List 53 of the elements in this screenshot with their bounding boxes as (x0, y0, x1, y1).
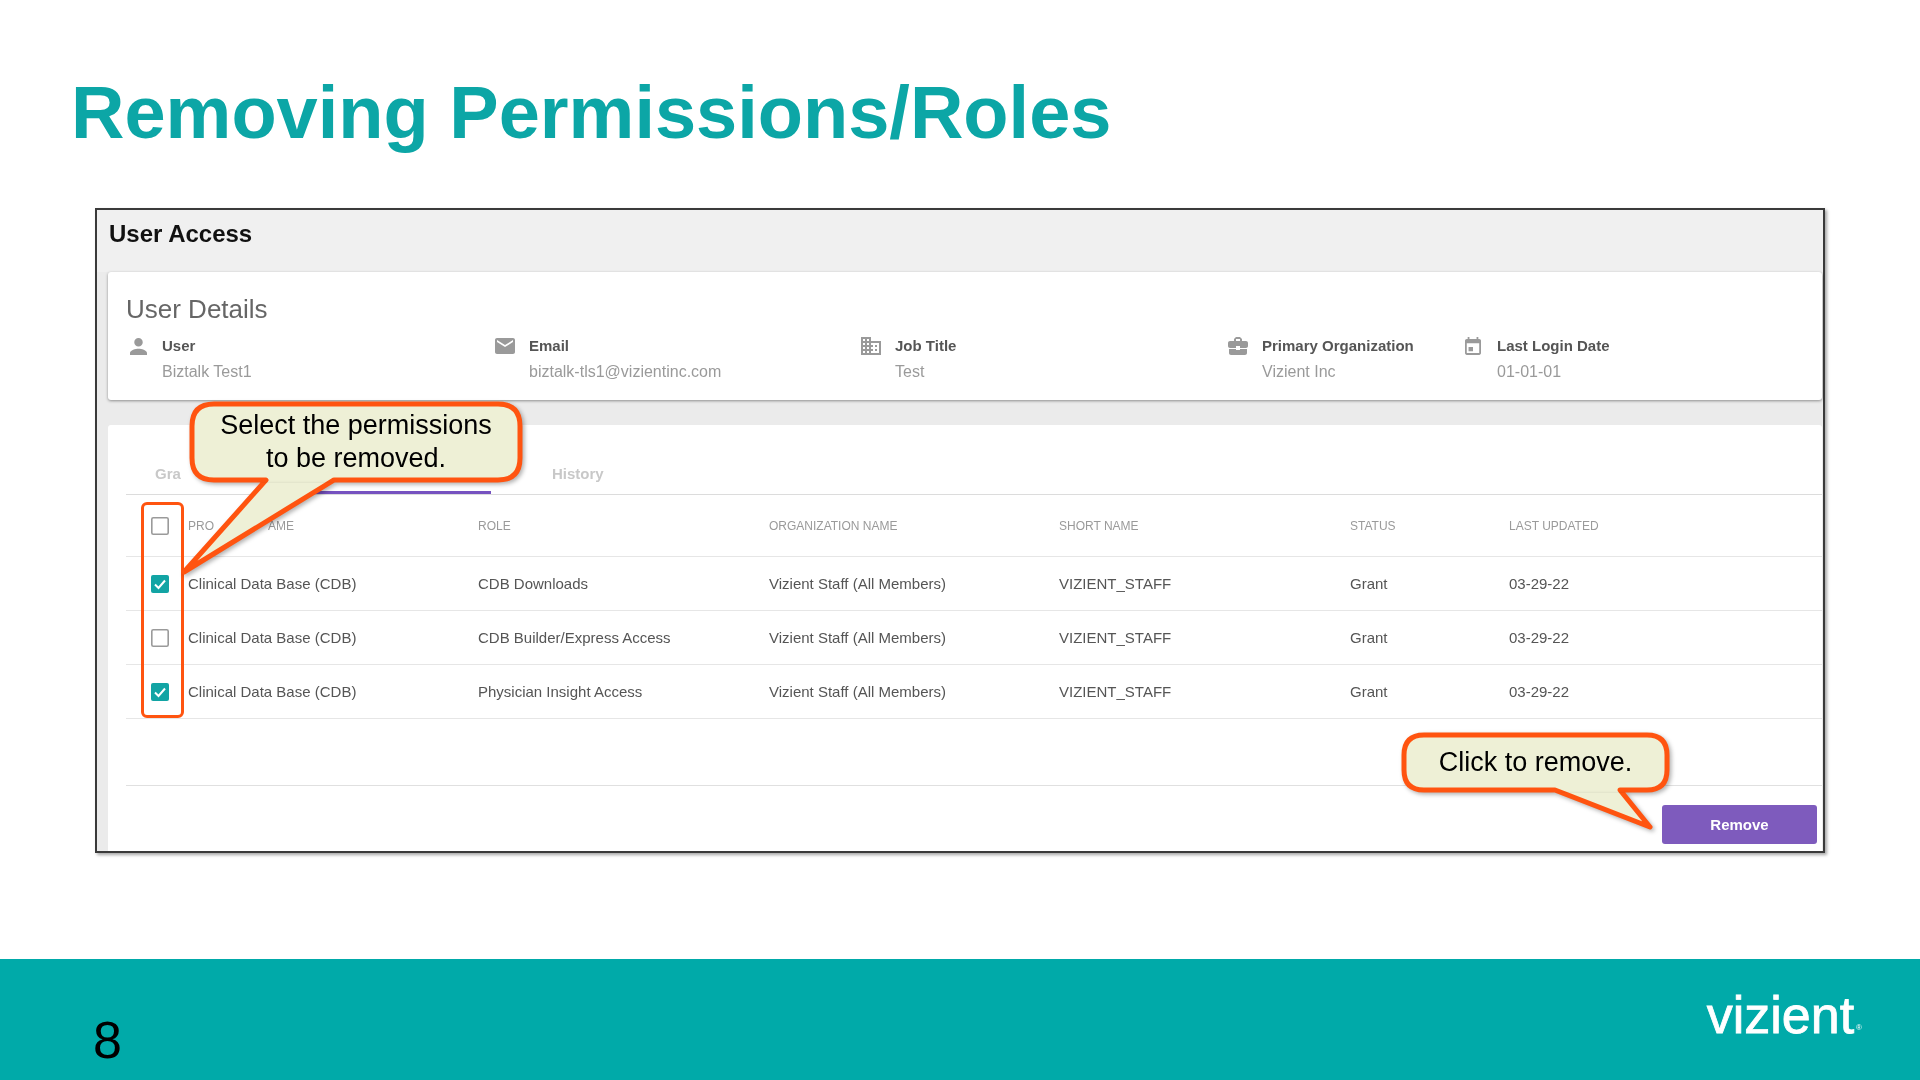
table-cell: CDB Builder/Express Access (478, 628, 671, 646)
person-icon (129, 337, 147, 355)
table-cell: VIZIENT_STAFF (1059, 628, 1172, 646)
table-cell: Vizient Staff (All Members) (769, 628, 946, 646)
page-number: 8 (93, 1014, 122, 1066)
column-header: SHORT NAME (1059, 519, 1139, 532)
column-header: ORGANIZATION NAME (769, 519, 898, 532)
table-cell: Clinical Data Base (CDB) (188, 628, 357, 646)
field-value: biztalk-tls1@vizientinc.com (529, 362, 722, 382)
callout-tooltip: Click to remove. (1400, 731, 1672, 793)
table-cell: Vizient Staff (All Members) (769, 574, 946, 592)
briefcase-icon (1228, 337, 1248, 355)
table-cell: Grant (1350, 574, 1388, 592)
field-value: Biztalk Test1 (162, 362, 252, 382)
column-header: PRO (188, 519, 214, 532)
calendar-icon (1465, 337, 1481, 355)
column-header: STATUS (1350, 519, 1396, 532)
column-header: LAST UPDATED (1509, 519, 1599, 532)
table-cell: Physician Insight Access (478, 682, 643, 700)
callout-tooltip: Select the permissions to be removed. (188, 400, 524, 483)
table-cell: Vizient Staff (All Members) (769, 682, 946, 700)
table-cell: 03-29-22 (1509, 682, 1570, 700)
field-label: Primary Organization (1262, 336, 1414, 356)
table-cell: Grant (1350, 628, 1388, 646)
window-title: User Access (109, 220, 253, 247)
field-value: 01-01-01 (1497, 362, 1562, 382)
checkbox[interactable] (151, 574, 169, 593)
table-cell: 03-29-22 (1509, 628, 1570, 646)
checkbox[interactable] (151, 516, 169, 535)
table-cell: VIZIENT_STAFF (1059, 682, 1172, 700)
checkbox[interactable] (151, 682, 169, 701)
slide-title: Removing Permissions/Roles (71, 75, 1112, 151)
field-label: Email (529, 336, 570, 356)
table-cell: Clinical Data Base (CDB) (188, 574, 357, 592)
table-cell: 03-29-22 (1509, 574, 1570, 592)
field-value: Test (895, 362, 925, 382)
table-cell: Grant (1350, 682, 1388, 700)
remove-button[interactable]: Remove (1662, 805, 1817, 844)
field-label: Last Login Date (1497, 336, 1610, 356)
building-icon (861, 337, 881, 355)
table-cell: Clinical Data Base (CDB) (188, 682, 357, 700)
logo: vizient (1706, 989, 1855, 1041)
table-cell: CDB Downloads (478, 574, 589, 592)
column-header: ROLE (478, 519, 511, 532)
checkbox[interactable] (151, 628, 169, 647)
registered-mark: ® (1856, 1024, 1862, 1032)
envelope-icon (495, 338, 515, 354)
field-value: Vizient Inc (1262, 362, 1336, 382)
column-header: AME (268, 519, 295, 532)
field-label: Job Title (895, 336, 957, 356)
section-title: User Details (126, 294, 268, 324)
table-cell: VIZIENT_STAFF (1059, 574, 1172, 592)
field-label: User (162, 336, 196, 356)
